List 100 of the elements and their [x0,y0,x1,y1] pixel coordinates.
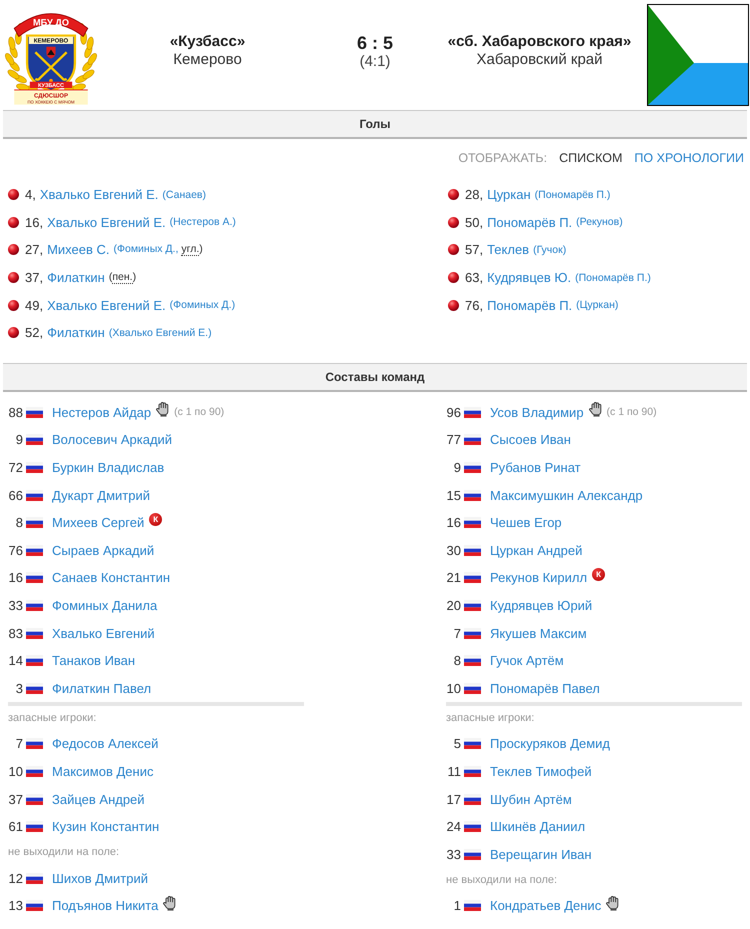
player-link[interactable]: Верещагин Иван [490,846,592,862]
scorer-link[interactable]: Хвалько Евгений Е. [40,187,158,202]
player-link[interactable]: Рубанов Ринат [490,460,581,476]
player-link[interactable]: Фоминых Данила [52,598,158,614]
section-header: Составы команд [3,362,747,392]
goal-minute: 76, [465,298,484,313]
shirt-number: 30 [446,542,461,558]
flag-icon [464,434,481,446]
scorer-link[interactable]: Хвалько Евгений Е. [47,298,166,313]
flag-icon [26,655,43,666]
ball-icon [8,244,19,256]
goal-minute: 50, [465,214,484,230]
ball-icon [8,327,19,338]
flag-icon [26,490,43,501]
player-link[interactable]: Сысоев Иван [490,432,571,448]
player-link[interactable]: Филаткин Павел [52,680,152,696]
flag-icon [26,738,43,750]
view-option[interactable]: СПИСКОМ [559,151,622,165]
team-city: Хабаровский край [476,51,603,69]
player-link[interactable]: Сыраев Аркадий [52,542,154,558]
goal-minute: 4, [25,187,36,202]
ball-icon [448,189,459,200]
shirt-number: 33 [8,598,23,614]
player-link[interactable]: Шубин Артём [490,792,572,807]
note-text: ) [199,243,203,256]
scorer-link[interactable]: Пономарёв П. [487,298,572,313]
scorer-link[interactable]: Кудрявцев Ю. [487,270,572,286]
player-link[interactable]: Чешев Егор [490,515,562,530]
shirt-number: 20 [446,598,461,614]
scorer-link[interactable]: Пономарёв П. [487,214,572,230]
player-link[interactable]: Михеев Сергей [52,515,144,530]
ball-icon [448,244,459,256]
player-link[interactable]: Теклев Тимофей [490,764,592,779]
player-link[interactable]: Якушев Максим [490,626,587,641]
scorer-link[interactable]: Филаткин [47,325,105,340]
player-link[interactable]: Буркин Владислав [52,460,164,476]
player-link[interactable]: Проскуряков Демид [490,736,610,752]
player-link[interactable]: Зайцев Андрей [52,792,145,807]
player-link[interactable]: Нестеров Айдар [52,404,152,420]
scorer-link[interactable]: Михеев С. [47,242,110,258]
flag-icon [464,628,481,639]
assist-link[interactable]: (Гучок) [533,244,566,256]
player-link[interactable]: Подъянов Никита [52,898,158,914]
player-link[interactable]: Санаев Константин [52,570,170,586]
player-link[interactable]: Максимушкин Александр [490,488,643,503]
player-link[interactable]: Гучок Артём [490,653,564,668]
flag-icon [464,406,481,418]
assist-link[interactable]: (Нестеров А.) [170,216,236,228]
player-link[interactable]: Пономарёв Павел [490,680,600,696]
player-link[interactable]: Танаков Иван [52,653,136,668]
assist-link[interactable]: (Фоминых Д., [114,243,178,256]
scorer-link[interactable]: Филаткин [47,270,105,286]
assist-link[interactable]: (Рекунов) [576,216,623,228]
play-time: (с 1 по 90) [174,406,224,418]
view-option[interactable]: ПО ХРОНОЛОГИИ [634,151,744,165]
flag-icon [26,572,43,584]
player-link[interactable]: Хвалько Евгений [52,626,155,641]
view-label: ОТОБРАЖАТЬ: [458,151,548,165]
assist-link[interactable]: (Пономарёв П.) [575,272,651,284]
player-link[interactable]: Цуркан Андрей [490,542,582,558]
assist-link[interactable]: (Фоминых Д.) [170,299,236,312]
team-name: «сб. Хабаровского края» [448,33,632,51]
player-link[interactable]: Кузин Константин [52,819,160,834]
flag-icon [26,821,43,832]
flag-icon [26,600,43,612]
player-link[interactable]: Рекунов Кирилл [490,570,588,586]
assist-link[interactable]: (Пономарёв П.) [534,188,610,201]
goal-minute: 57, [465,242,484,258]
shirt-number: 8 [452,653,461,668]
player-link[interactable]: Максимов Денис [52,764,154,779]
shirt-number: 5 [452,736,461,752]
player-link[interactable]: Кудрявцев Юрий [490,598,592,614]
shirt-number: 7 [452,626,461,641]
scorer-link[interactable]: Теклев [487,242,530,258]
assist-link[interactable]: (Цуркан) [576,299,618,312]
shirt-number: 10 [446,680,461,696]
shirt-number: 66 [8,488,23,503]
player-link[interactable]: Кондратьев Денис [490,898,602,914]
flag-icon [26,872,43,884]
shirt-number: 8 [14,515,23,530]
player-link[interactable]: Дукарт Дмитрий [52,488,150,503]
player-link[interactable]: Волосевич Аркадий [52,432,172,448]
player-link[interactable]: Шкинёв Даниил [490,819,586,834]
shirt-number: 9 [14,432,23,448]
assist-link[interactable]: (Хвалько Евгений Е.) [108,326,212,339]
player-link[interactable]: Усов Владимир [490,404,584,420]
flag-icon [464,848,481,860]
scorer-link[interactable]: Хвалько Евгений Е. [47,214,166,230]
player-link[interactable]: Федосов Алексей [52,736,158,752]
goal-minute: 49, [25,298,44,313]
player-link[interactable]: Шихов Дмитрий [52,870,148,886]
flag-icon [26,544,43,556]
flag-icon [464,490,481,501]
flag-icon [464,900,481,912]
assist-link[interactable]: (Санаев) [162,188,206,201]
scorer-link[interactable]: Цуркан [487,187,531,202]
flag-icon [464,600,481,612]
shirt-number: 9 [452,460,461,476]
shirt-number: 33 [446,846,461,862]
shirt-number: 16 [446,515,461,530]
